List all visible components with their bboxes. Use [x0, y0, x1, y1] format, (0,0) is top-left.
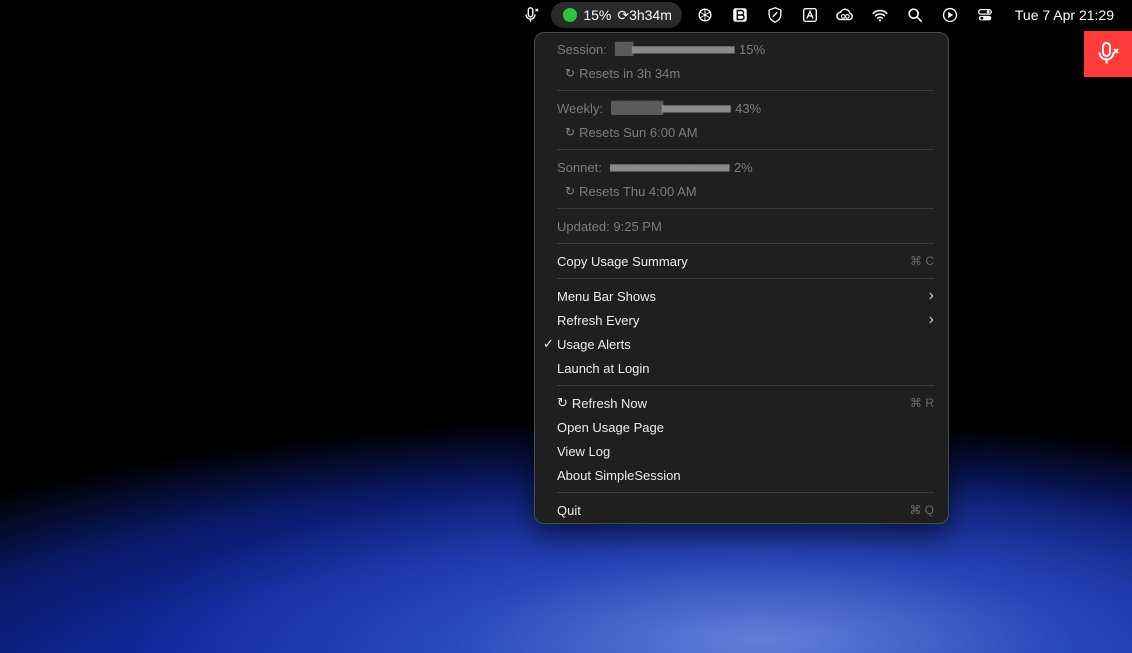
sonnet-usage-row: Sonnet: ■■■■■■■■■■■■■■■■■■■■■ 2%	[557, 156, 934, 178]
menu-bar-clock[interactable]: Tue 7 Apr 21:29	[1015, 7, 1114, 23]
mic-muted-icon[interactable]	[519, 3, 543, 27]
refresh-icon: ↻	[565, 66, 576, 80]
openai-icon[interactable]	[693, 3, 717, 27]
refresh-icon: ↻	[557, 395, 568, 410]
weekly-percent: 43%	[735, 100, 762, 116]
session-reset-row: ↻ Resets in 3h 34m	[565, 62, 934, 84]
refresh-every-label: Refresh Every	[557, 312, 640, 328]
refresh-shortcut: ⌘ R	[910, 396, 934, 410]
usage-alerts-item[interactable]: ✓ Usage Alerts	[543, 333, 934, 355]
refresh-now-item[interactable]: ↻ Refresh Now ⌘ R	[557, 392, 934, 414]
view-log-item[interactable]: View Log	[557, 440, 934, 462]
weekly-reset-text: Resets Sun 6:00 AM	[579, 124, 698, 140]
launch-at-login-label: Launch at Login	[557, 360, 650, 376]
menu-separator	[557, 492, 934, 493]
updated-time: Updated: 9:25 PM	[557, 215, 934, 237]
session-usage-bar: ███■■■■■■■■■■■■■■■■■■	[614, 42, 735, 56]
menu-separator	[557, 243, 934, 244]
about-item[interactable]: About SimpleSession	[557, 464, 934, 486]
weekly-label: Weekly:	[557, 100, 603, 116]
menu-separator	[557, 149, 934, 150]
sonnet-reset-text: Resets Thu 4:00 AM	[579, 183, 697, 199]
chevron-right-icon: ›	[928, 287, 934, 304]
usage-dropdown-menu: Session: ███■■■■■■■■■■■■■■■■■■ 15% ↻ Res…	[534, 32, 949, 524]
mic-muted-icon	[1098, 42, 1119, 64]
search-icon[interactable]	[903, 3, 927, 27]
status-percent: 15%	[583, 7, 612, 23]
updated-label: Updated: 9:25 PM	[557, 218, 662, 234]
weekly-reset-row: ↻ Resets Sun 6:00 AM	[565, 121, 934, 143]
quit-shortcut: ⌘ Q	[909, 503, 934, 517]
session-percent: 15%	[739, 41, 766, 57]
quit-label: Quit	[557, 502, 581, 518]
checkmark-icon: ✓	[543, 336, 554, 351]
refresh-now-label: Refresh Now	[571, 395, 648, 411]
status-timer: ⟳3h34m	[617, 6, 672, 23]
creative-cloud-icon[interactable]	[833, 3, 857, 27]
copy-shortcut: ⌘ C	[910, 254, 934, 268]
mic-muted-banner[interactable]	[1084, 31, 1132, 77]
about-label: About SimpleSession	[557, 467, 681, 483]
open-usage-page-item[interactable]: Open Usage Page	[557, 416, 934, 438]
menu-bar-shows-label: Menu Bar Shows	[557, 288, 656, 304]
control-center-icon[interactable]	[973, 3, 997, 27]
menu-separator	[557, 208, 934, 209]
sonnet-reset-row: ↻ Resets Thu 4:00 AM	[565, 180, 934, 202]
quit-item[interactable]: Quit ⌘ Q	[557, 499, 934, 521]
view-log-label: View Log	[557, 443, 611, 459]
shield-icon[interactable]	[763, 3, 787, 27]
menu-bar-shows-item[interactable]: Menu Bar Shows ›	[557, 285, 934, 307]
wifi-icon[interactable]	[868, 3, 892, 27]
menu-bar: 15% ⟳3h34m Tue 7 Apr 21:29	[0, 0, 1132, 30]
session-reset-text: Resets in 3h 34m	[579, 65, 681, 81]
chevron-right-icon: ›	[928, 311, 934, 328]
refresh-icon: ↻	[565, 184, 576, 198]
copy-usage-summary-item[interactable]: Copy Usage Summary ⌘ C	[557, 250, 934, 272]
status-dot-icon	[563, 8, 578, 22]
bitwarden-icon[interactable]	[728, 3, 752, 27]
menu-separator	[557, 278, 934, 279]
menu-separator	[557, 90, 934, 91]
copy-usage-summary-label: Copy Usage Summary	[557, 253, 688, 269]
refresh-every-item[interactable]: Refresh Every ›	[557, 309, 934, 331]
weekly-usage-row: Weekly: █████████■■■■■■■■■■■■ 43%	[557, 97, 934, 119]
usage-alerts-label: Usage Alerts	[557, 336, 631, 352]
refresh-icon: ↻	[565, 125, 576, 139]
sonnet-label: Sonnet:	[557, 159, 602, 175]
usage-status-item[interactable]: 15% ⟳3h34m	[551, 2, 682, 28]
play-icon[interactable]	[938, 3, 962, 27]
sonnet-usage-bar: ■■■■■■■■■■■■■■■■■■■■■	[609, 160, 730, 174]
session-usage-row: Session: ███■■■■■■■■■■■■■■■■■■ 15%	[557, 38, 934, 60]
weekly-usage-bar: █████████■■■■■■■■■■■■	[611, 101, 731, 115]
sonnet-percent: 2%	[733, 159, 753, 175]
open-usage-page-label: Open Usage Page	[557, 419, 664, 435]
menu-separator	[557, 385, 934, 386]
launch-at-login-item[interactable]: Launch at Login	[557, 357, 934, 379]
app-icon[interactable]	[798, 3, 822, 27]
session-label: Session:	[557, 41, 607, 57]
